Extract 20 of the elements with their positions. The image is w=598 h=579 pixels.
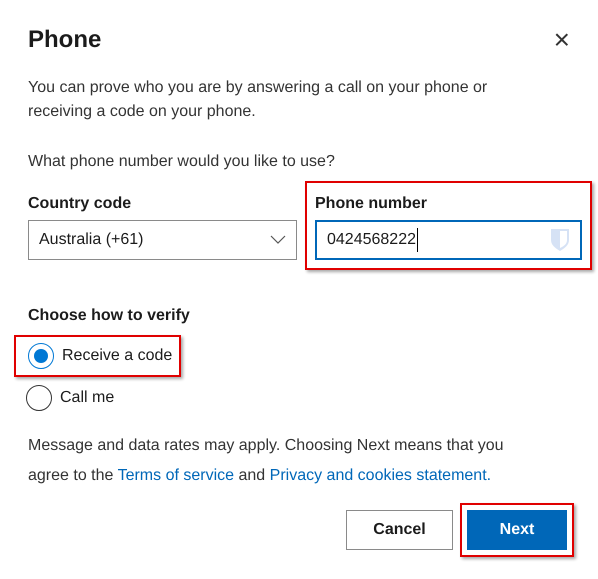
section-label: Choose how to verify: [27, 306, 191, 326]
chevron-down-icon: [270, 235, 286, 245]
close-button[interactable]: ×: [554, 26, 570, 54]
next-button[interactable]: Next: [467, 510, 567, 550]
intro-text: You can prove who you are by answering a call on your phone or receiving a code on your phone.: [28, 78, 488, 122]
field-label: Phone number: [315, 194, 428, 214]
consent-text: Message and data rates may apply. Choosing Next means that you agree to the Terms of service and Privacy and cookies statement.: [28, 436, 505, 486]
privacy-link[interactable]: Privacy and cookies statement.: [270, 467, 492, 484]
radio-option[interactable]: Receive a code: [28, 343, 172, 369]
field-label: Country code: [28, 194, 132, 214]
dialog-title: Phone: [28, 25, 102, 55]
country-select[interactable]: Australia (+61): [28, 220, 297, 260]
cancel-button[interactable]: Cancel: [346, 510, 453, 550]
question-text: What phone number would you like to use?: [27, 152, 336, 172]
phone-number-field[interactable]: 0424568222: [315, 220, 582, 260]
shield-icon: [550, 228, 570, 252]
radio-button[interactable]: [28, 343, 54, 369]
radio-button[interactable]: [26, 385, 52, 411]
radio-option[interactable]: Call me: [26, 385, 114, 411]
terms-link[interactable]: Terms of service: [118, 467, 234, 484]
